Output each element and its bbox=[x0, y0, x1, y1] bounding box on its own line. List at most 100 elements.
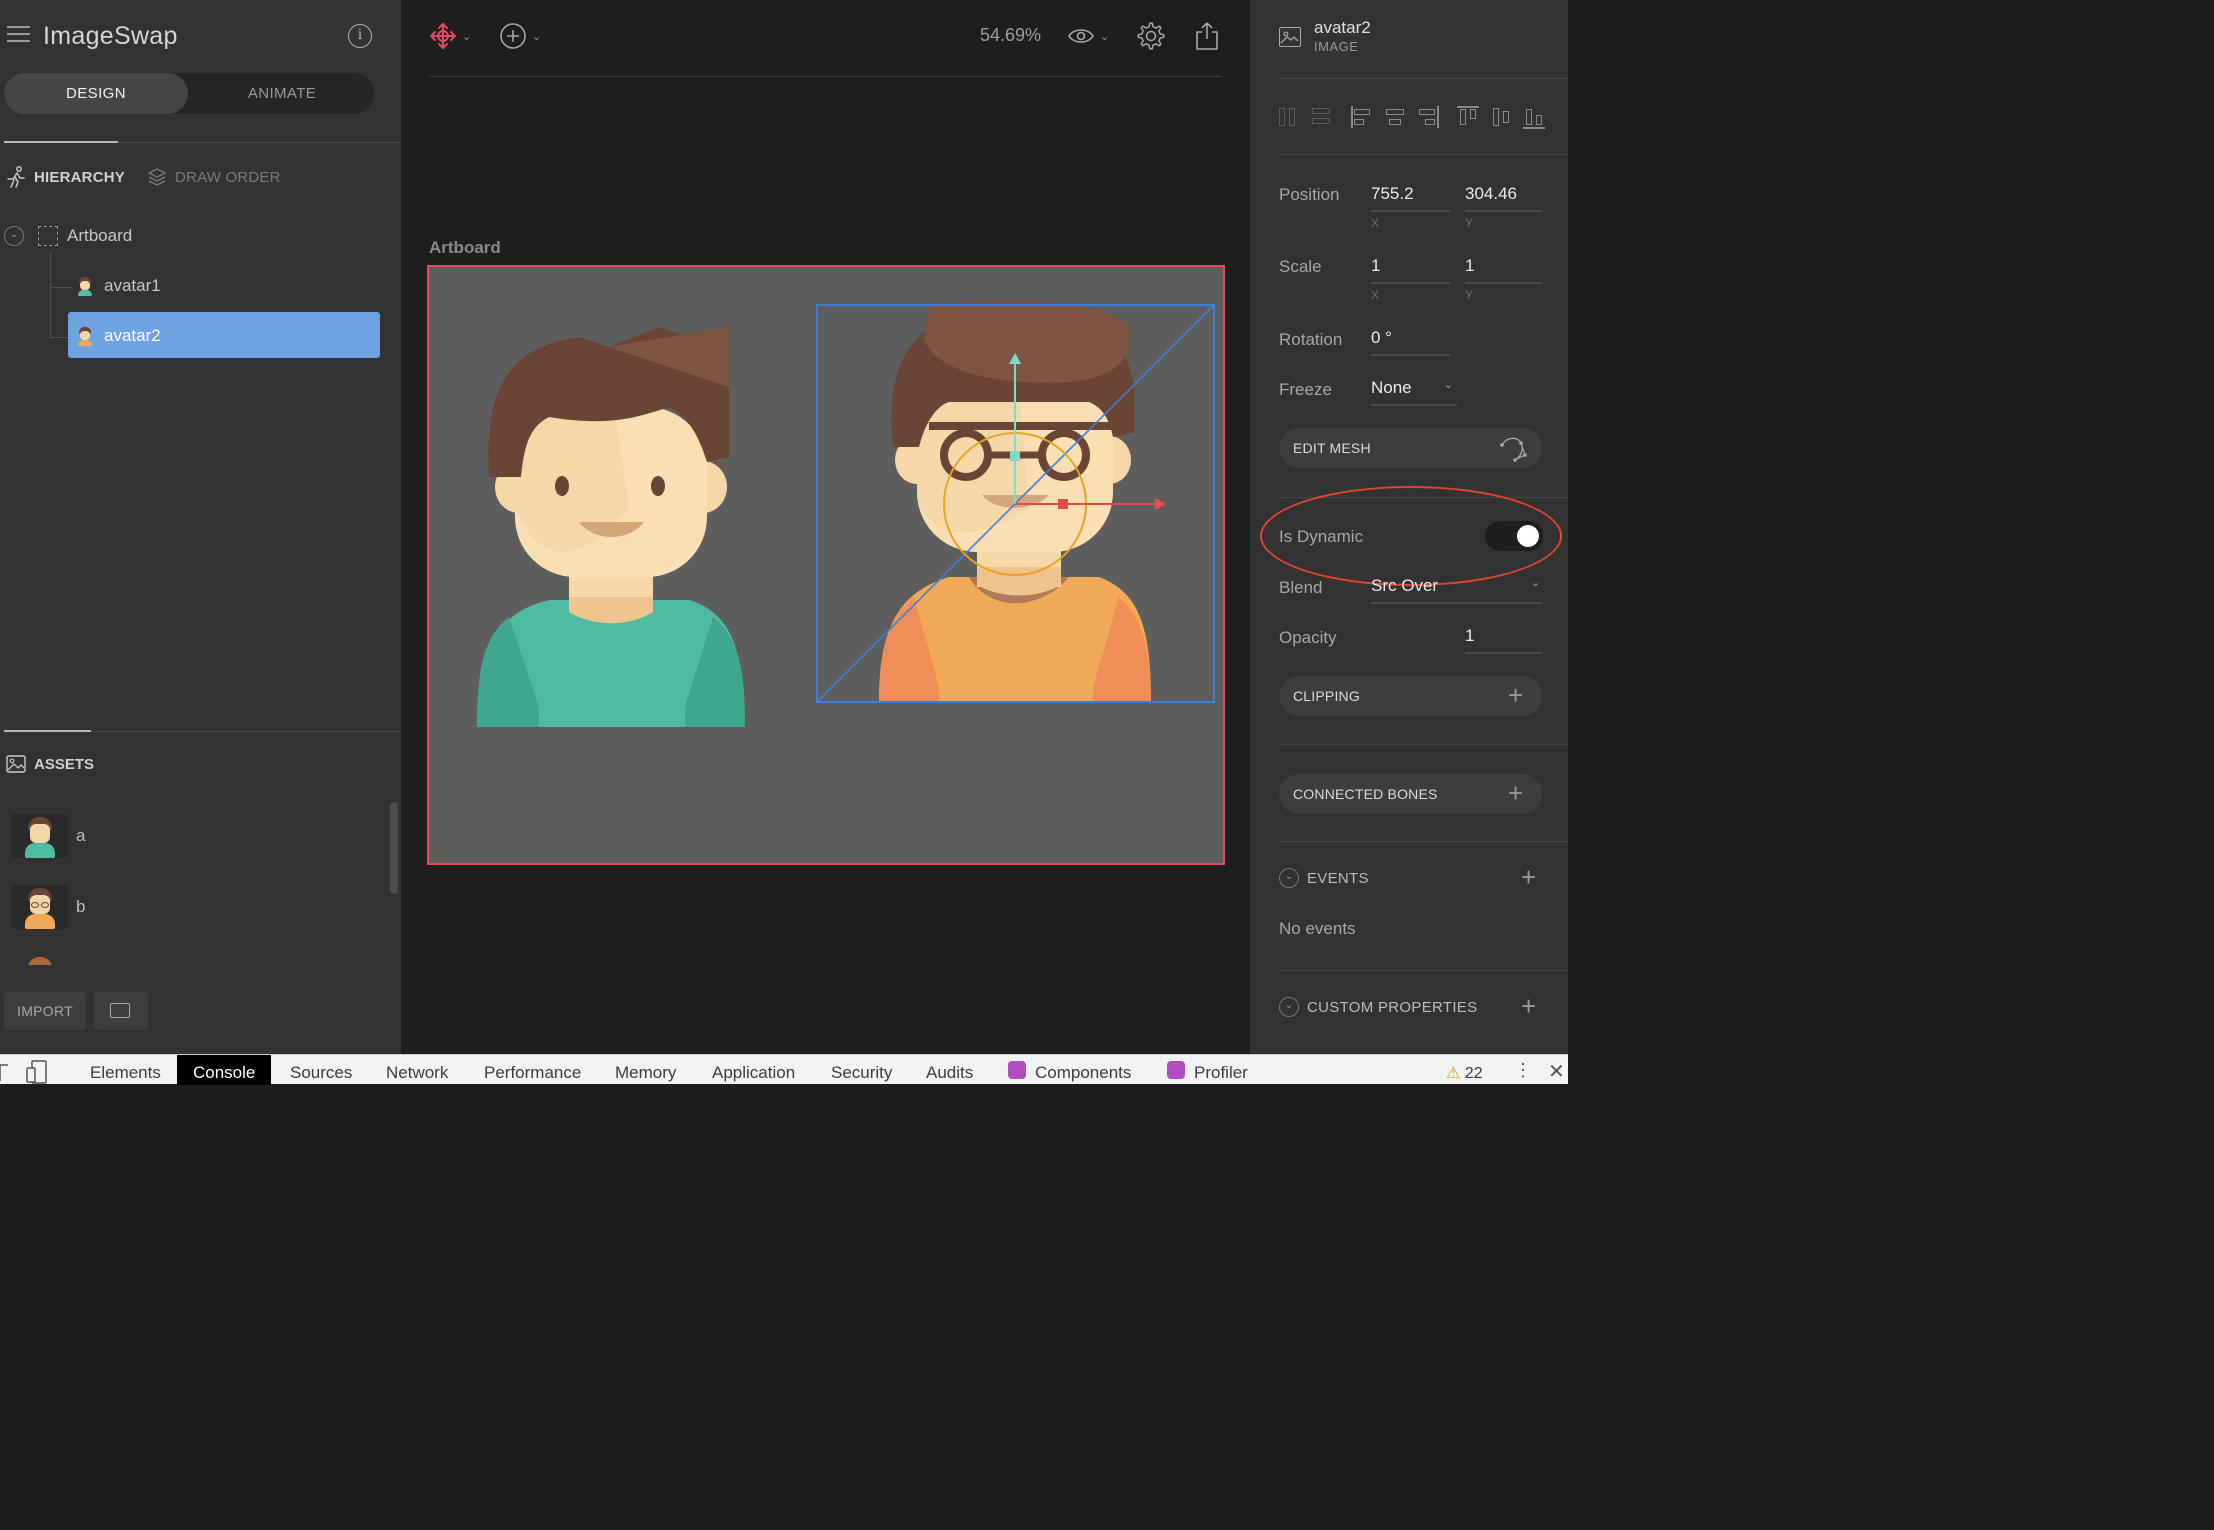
tree-item-avatar2-content: avatar2 bbox=[76, 324, 161, 348]
devtools-tab-elements[interactable]: Elements bbox=[90, 1063, 161, 1083]
tab-hierarchy-label: HIERARCHY bbox=[34, 168, 125, 186]
align-left-icon[interactable] bbox=[1351, 106, 1373, 128]
asset-item-a[interactable]: a bbox=[11, 814, 85, 858]
freeze-label: Freeze bbox=[1279, 380, 1332, 399]
close-icon[interactable]: ✕ bbox=[1548, 1059, 1565, 1084]
opacity-label: Opacity bbox=[1279, 628, 1337, 647]
clipping-button[interactable]: CLIPPING + bbox=[1279, 676, 1542, 716]
plus-icon[interactable]: + bbox=[1508, 780, 1523, 806]
move-arrows-icon bbox=[430, 23, 456, 49]
tab-design[interactable]: DESIGN bbox=[4, 73, 188, 114]
devtools-tab-network[interactable]: Network bbox=[386, 1063, 448, 1083]
canvas-area[interactable]: ⌄ ⌄ 54.69% ⌄ Artboard bbox=[401, 0, 1250, 1054]
folder-plus-icon bbox=[110, 1003, 130, 1018]
tab-draw-order[interactable]: DRAW ORDER bbox=[147, 166, 281, 188]
devtools-tab-security[interactable]: Security bbox=[831, 1063, 892, 1083]
layers-icon bbox=[148, 168, 166, 186]
position-x-field[interactable]: 755.2 bbox=[1371, 184, 1450, 212]
no-events-text: No events bbox=[1279, 919, 1356, 938]
scale-x-field[interactable]: 1 bbox=[1371, 256, 1450, 284]
position-label: Position bbox=[1279, 185, 1340, 204]
visibility-button[interactable]: ⌄ bbox=[1067, 20, 1109, 52]
plus-icon[interactable]: + bbox=[1508, 682, 1523, 708]
events-header[interactable]: ⌄ EVENTS bbox=[1279, 868, 1369, 888]
assets-scrollbar[interactable] bbox=[390, 802, 398, 894]
rotation-label: Rotation bbox=[1279, 330, 1343, 349]
settings-button[interactable] bbox=[1136, 20, 1166, 52]
scale-y-field[interactable]: 1 bbox=[1465, 256, 1542, 284]
align-center-vertical-icon[interactable] bbox=[1490, 106, 1512, 128]
eye-icon bbox=[1068, 29, 1094, 43]
share-icon bbox=[1196, 22, 1218, 50]
devtools-tab-profiler[interactable]: Profiler bbox=[1194, 1063, 1248, 1083]
app-title: ImageSwap bbox=[43, 22, 178, 50]
tree-item-avatar1[interactable]: avatar1 bbox=[76, 274, 161, 298]
edit-mesh-button[interactable]: EDIT MESH bbox=[1279, 428, 1542, 468]
chevron-down-icon[interactable]: ⌄ bbox=[1279, 868, 1299, 888]
devtools-tab-memory[interactable]: Memory bbox=[615, 1063, 676, 1083]
divider bbox=[1279, 154, 1568, 155]
more-options-icon[interactable]: ⋮ bbox=[1514, 1061, 1532, 1079]
align-center-horizontal-icon[interactable] bbox=[1384, 106, 1406, 128]
freeze-value: None bbox=[1371, 378, 1412, 397]
asset-thumbnail bbox=[11, 814, 68, 858]
gear-icon bbox=[1137, 22, 1165, 50]
tree-item-artboard[interactable]: ⌄ Artboard bbox=[4, 224, 132, 248]
devtools-tab-audits[interactable]: Audits bbox=[926, 1063, 973, 1083]
artboard[interactable] bbox=[427, 265, 1225, 865]
align-bottom-icon[interactable] bbox=[1523, 106, 1545, 129]
divider bbox=[1279, 970, 1568, 971]
distribute-horizontal-icon[interactable] bbox=[1279, 106, 1301, 128]
axis-x-label: X bbox=[1371, 288, 1380, 302]
divider bbox=[1279, 78, 1568, 79]
running-figure-icon bbox=[7, 166, 25, 188]
image-icon bbox=[1279, 27, 1301, 47]
tree-connector bbox=[50, 287, 72, 288]
chevron-down-icon: ⌄ bbox=[462, 30, 472, 43]
add-custom-property-plus-icon[interactable]: + bbox=[1521, 993, 1536, 1019]
opacity-field[interactable]: 1 bbox=[1465, 626, 1542, 654]
move-tool-button[interactable]: ⌄ bbox=[429, 20, 471, 52]
info-icon[interactable]: i bbox=[348, 24, 372, 48]
rotation-field[interactable]: 0 ° bbox=[1371, 328, 1450, 356]
tab-hierarchy[interactable]: HIERARCHY bbox=[6, 166, 125, 188]
zoom-level[interactable]: 54.69% bbox=[980, 25, 1041, 46]
devtools-tab-sources[interactable]: Sources bbox=[290, 1063, 352, 1083]
clipping-label: CLIPPING bbox=[1293, 688, 1360, 704]
import-button[interactable]: IMPORT bbox=[4, 992, 86, 1030]
devtools-tab-components[interactable]: Components bbox=[1035, 1063, 1131, 1083]
align-right-icon[interactable] bbox=[1417, 106, 1439, 128]
devtools-tab-performance[interactable]: Performance bbox=[484, 1063, 581, 1083]
devtools-tab-bar: Elements Console Sources Network Perform… bbox=[0, 1054, 1568, 1085]
add-event-plus-icon[interactable]: + bbox=[1521, 864, 1536, 890]
new-folder-button[interactable] bbox=[94, 992, 148, 1030]
align-top-icon[interactable] bbox=[1457, 106, 1479, 128]
blend-select[interactable]: Src Over ⌄ bbox=[1371, 576, 1542, 604]
custom-properties-header[interactable]: ⌄ CUSTOM PROPERTIES bbox=[1279, 997, 1477, 1017]
blend-value: Src Over bbox=[1371, 576, 1439, 595]
devtools-tab-application[interactable]: Application bbox=[712, 1063, 795, 1083]
highlight-annotation bbox=[1260, 486, 1562, 586]
asset-item-b[interactable]: b bbox=[11, 885, 85, 929]
add-tool-button[interactable]: ⌄ bbox=[499, 20, 541, 52]
avatar1-image[interactable] bbox=[477, 327, 745, 727]
position-y-field[interactable]: 304.46 bbox=[1465, 184, 1542, 212]
left-panel: ImageSwap i DESIGN ANIMATE HIERARCHY DRA… bbox=[0, 0, 401, 1054]
connected-bones-button[interactable]: CONNECTED BONES + bbox=[1279, 774, 1542, 814]
freeze-select[interactable]: None ⌄ bbox=[1371, 378, 1457, 406]
inspect-element-icon[interactable] bbox=[0, 1061, 14, 1083]
export-button[interactable] bbox=[1195, 20, 1219, 52]
mesh-icon bbox=[1500, 437, 1527, 462]
react-icon bbox=[1167, 1061, 1185, 1079]
distribute-vertical-icon[interactable] bbox=[1310, 106, 1332, 128]
hamburger-menu-icon[interactable] bbox=[7, 26, 30, 44]
tab-animate[interactable]: ANIMATE bbox=[190, 73, 374, 114]
warnings-counter[interactable]: ⚠ 22 bbox=[1446, 1063, 1483, 1083]
asset-thumbnail bbox=[11, 885, 68, 929]
artboard-content bbox=[477, 301, 1215, 727]
chevron-down-icon[interactable]: ⌄ bbox=[4, 226, 24, 246]
device-toggle-icon[interactable] bbox=[26, 1060, 48, 1084]
chevron-down-icon: ⌄ bbox=[532, 30, 542, 43]
chevron-down-icon[interactable]: ⌄ bbox=[1279, 997, 1299, 1017]
devtools-tab-console[interactable]: Console bbox=[177, 1055, 272, 1085]
